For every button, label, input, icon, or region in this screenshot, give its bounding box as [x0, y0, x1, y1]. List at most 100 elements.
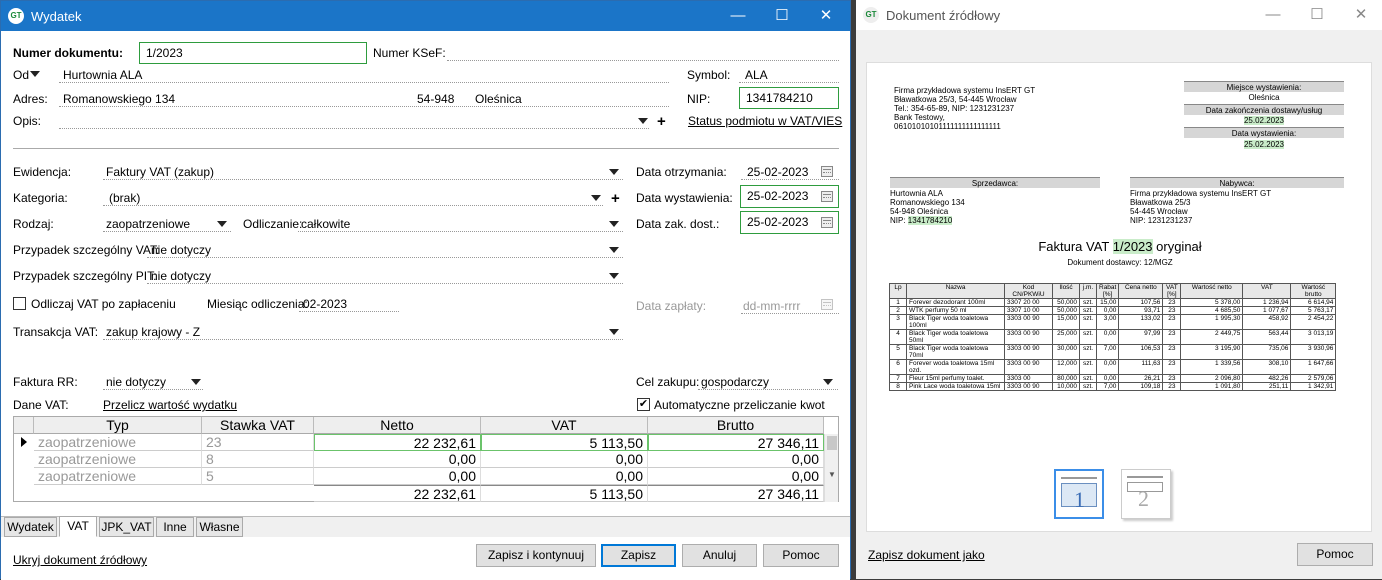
col-gross-value: Wartość brutto	[1290, 283, 1337, 299]
register-dropdown-icon[interactable]	[609, 169, 619, 175]
delivery-date-calendar-icon[interactable]	[821, 217, 833, 228]
special-vat-underline	[147, 257, 623, 258]
item-cell: 23	[1162, 344, 1182, 360]
auto-recalc-checkbox[interactable]: ✔	[637, 398, 650, 411]
row2-rate[interactable]: 8	[202, 451, 314, 468]
buyer-line-4: NIP: 1231231237	[1130, 216, 1193, 225]
document-number-input[interactable]: 1/2023	[139, 42, 367, 64]
grid-header-net[interactable]: Netto	[314, 417, 481, 434]
save-and-continue-button[interactable]: Zapisz i kontynuuj	[476, 544, 596, 567]
row1-rate[interactable]: 23	[202, 434, 314, 451]
source-help-button[interactable]: Pomoc	[1297, 543, 1373, 566]
row3-vat[interactable]: 0,00	[481, 468, 648, 485]
receipt-date-calendar-icon[interactable]	[821, 166, 833, 177]
current-row-indicator-icon	[21, 437, 27, 447]
help-button[interactable]: Pomoc	[763, 544, 839, 567]
payment-date-input[interactable]: dd-mm-rrrr	[743, 299, 800, 313]
row1-vat[interactable]: 5 113,50	[481, 434, 648, 451]
deduction-select[interactable]: całkowite	[301, 217, 350, 231]
expense-titlebar: GT Wydatek — ☐ ✕	[1, 1, 850, 31]
address-street-input[interactable]: Romanowskiego 134	[63, 92, 175, 106]
rr-invoice-select[interactable]: nie dotyczy	[106, 375, 166, 389]
row1-gross[interactable]: 27 346,11	[648, 434, 824, 451]
description-label: Opis:	[13, 114, 42, 128]
ksef-number-input[interactable]	[447, 60, 839, 61]
source-close-button[interactable]: ✕	[1339, 0, 1382, 30]
rr-invoice-dropdown-icon[interactable]	[191, 379, 201, 385]
row2-net[interactable]: 0,00	[314, 451, 481, 468]
cancel-button[interactable]: Anuluj	[682, 544, 757, 567]
tab-custom[interactable]: Własne	[196, 517, 243, 537]
tab-expense[interactable]: Wydatek	[4, 517, 57, 537]
row1-type[interactable]: zaopatrzeniowe	[34, 434, 202, 451]
payment-date-calendar-icon[interactable]	[821, 299, 833, 310]
row2-type[interactable]: zaopatrzeniowe	[34, 451, 202, 468]
page-1-thumbnail[interactable]: 1	[1054, 469, 1104, 519]
source-minimize-button[interactable]: —	[1251, 0, 1295, 30]
col-name: Nazwa	[906, 283, 1005, 299]
hide-source-document-link[interactable]: Ukryj dokument źródłowy	[13, 553, 147, 567]
item-cell: 482,26	[1242, 374, 1292, 383]
item-cell: Forever woda toaletowa 15ml ozd.	[906, 359, 1005, 375]
grid-scroll-thumb[interactable]	[827, 436, 837, 450]
scroll-down-icon[interactable]: ▼	[828, 470, 836, 479]
row3-gross[interactable]: 0,00	[648, 468, 824, 485]
maximize-button[interactable]: ☐	[760, 1, 804, 31]
save-document-as-link[interactable]: Zapisz dokument jako	[868, 548, 985, 562]
row3-type[interactable]: zaopatrzeniowe	[34, 468, 202, 485]
grid-header-gross[interactable]: Brutto	[648, 417, 824, 434]
symbol-input[interactable]: ALA	[745, 68, 768, 82]
vat-transaction-dropdown-icon[interactable]	[609, 329, 619, 335]
ksef-number-label: Numer KSeF:	[373, 46, 446, 60]
special-pit-dropdown-icon[interactable]	[609, 273, 619, 279]
register-select[interactable]: Faktury VAT (zakup)	[106, 165, 214, 179]
postal-code-input[interactable]: 54-948	[417, 92, 454, 106]
type-select[interactable]: zaopatrzeniowe	[106, 217, 190, 231]
supplier-name-input[interactable]: Hurtownia ALA	[63, 68, 142, 82]
close-button[interactable]: ✕	[804, 1, 848, 31]
nip-input[interactable]: 1341784210	[739, 87, 839, 109]
add-category-icon[interactable]: +	[611, 191, 620, 206]
purchase-purpose-dropdown-icon[interactable]	[823, 379, 833, 385]
grid-header-rate[interactable]: Stawka VAT	[202, 417, 314, 434]
item-cell: 109,18	[1118, 382, 1164, 391]
vat-status-link[interactable]: Status podmiotu w VAT/VIES	[688, 114, 842, 128]
description-input[interactable]	[59, 128, 649, 129]
row2-vat[interactable]: 0,00	[481, 451, 648, 468]
item-cell: 23	[1162, 298, 1182, 307]
item-cell: 15,000	[1052, 314, 1080, 330]
category-select[interactable]: (brak)	[109, 191, 140, 205]
special-pit-select[interactable]: nie dotyczy	[151, 269, 211, 283]
item-cell: 6	[889, 359, 907, 375]
tab-jpk-vat[interactable]: JPK_VAT	[99, 517, 154, 537]
description-dropdown-icon[interactable]	[638, 118, 648, 124]
issue-date-calendar-icon[interactable]	[821, 191, 833, 202]
row1-net[interactable]: 22 232,61	[314, 434, 481, 451]
category-dropdown-icon[interactable]	[591, 195, 601, 201]
receipt-date-input[interactable]: 25-02-2023	[747, 165, 808, 179]
purchase-purpose-select[interactable]: gospodarczy	[701, 375, 769, 389]
add-description-icon[interactable]: +	[657, 114, 666, 129]
page-2-thumbnail[interactable]: 2	[1121, 469, 1171, 519]
row3-rate[interactable]: 5	[202, 468, 314, 485]
deduction-month-input[interactable]: 02-2023	[303, 297, 347, 311]
special-vat-dropdown-icon[interactable]	[609, 247, 619, 253]
recalculate-link[interactable]: Przelicz wartość wydatku	[103, 398, 237, 412]
grid-header-vat[interactable]: VAT	[481, 417, 648, 434]
tab-other[interactable]: Inne	[156, 517, 194, 537]
from-dropdown-icon[interactable]	[30, 71, 40, 77]
tab-vat[interactable]: VAT	[59, 516, 97, 537]
row2-gross[interactable]: 0,00	[648, 451, 824, 468]
save-button[interactable]: Zapisz	[601, 544, 676, 567]
city-input[interactable]: Oleśnica	[475, 92, 522, 106]
deduct-after-payment-checkbox[interactable]	[13, 297, 26, 310]
row3-net[interactable]: 0,00	[314, 468, 481, 485]
source-maximize-button[interactable]: ☐	[1295, 0, 1339, 30]
grid-header-type[interactable]: Typ	[34, 417, 202, 434]
vat-transaction-select[interactable]: zakup krajowy - Z	[106, 325, 200, 339]
deduction-dropdown-icon[interactable]	[609, 221, 619, 227]
special-vat-select[interactable]: nie dotyczy	[151, 243, 211, 257]
grid-scrollbar[interactable]: ▼	[824, 434, 838, 502]
minimize-button[interactable]: —	[716, 1, 760, 31]
type-dropdown-icon[interactable]	[217, 221, 227, 227]
